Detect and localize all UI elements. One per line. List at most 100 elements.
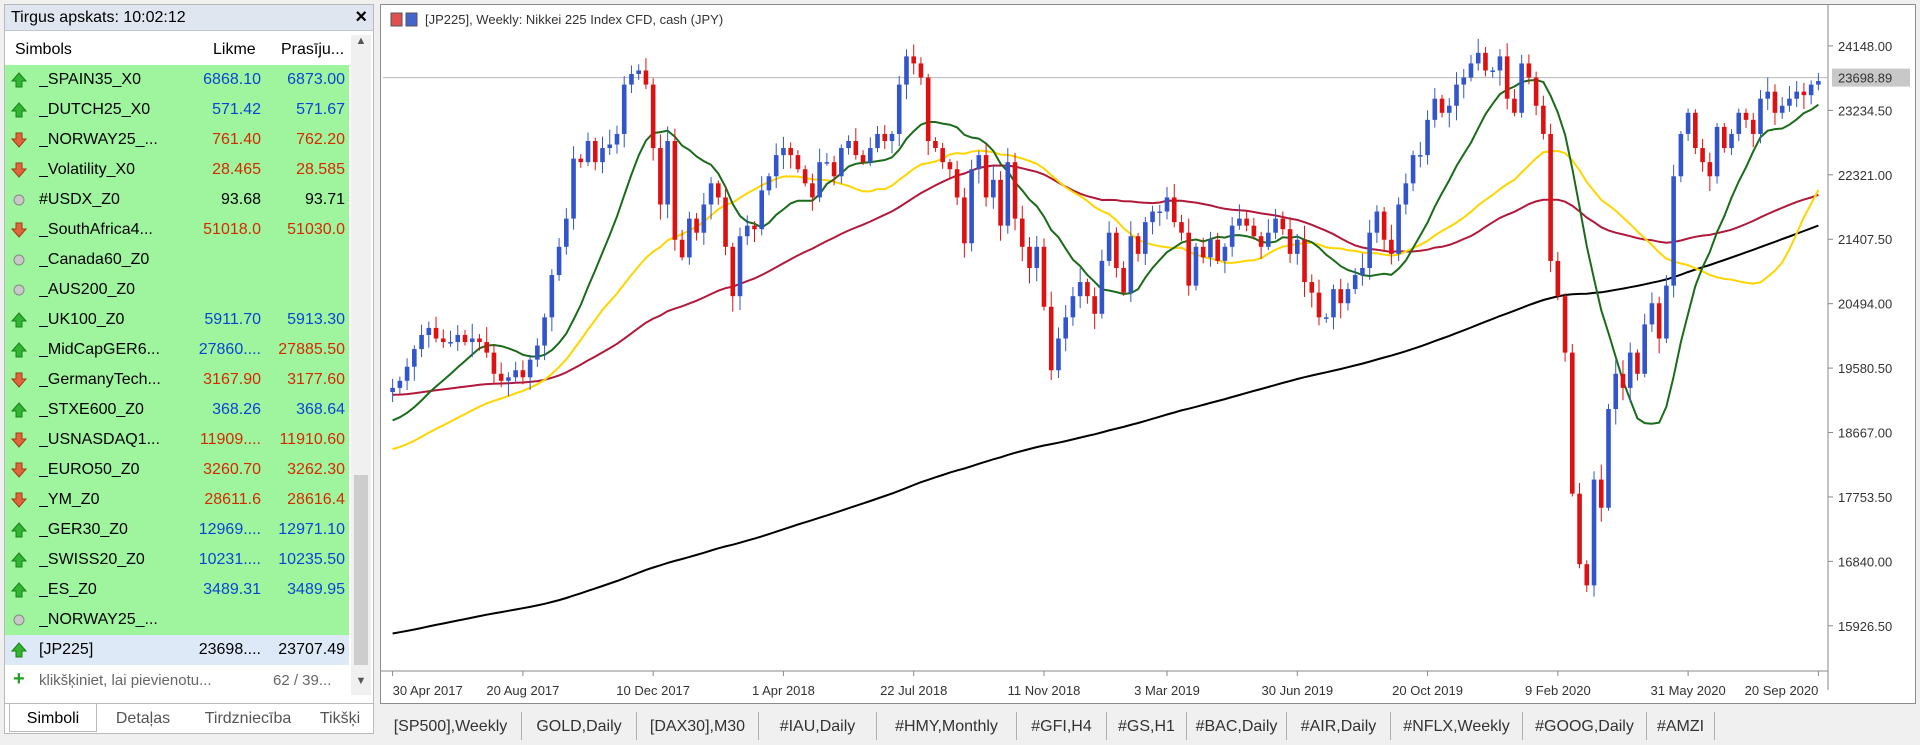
- column-header-symbol[interactable]: Simbols: [15, 41, 72, 59]
- symbol-row[interactable]: _STXE600_Z0 368.26 368.64: [5, 395, 349, 425]
- candle-body: [1352, 275, 1358, 290]
- scroll-up-icon[interactable]: ▲: [351, 35, 371, 55]
- ask-price: 6873.00: [287, 71, 345, 88]
- arrow-down-icon: [10, 462, 28, 478]
- candle-body: [1294, 239, 1300, 254]
- symbol-row[interactable]: _MidCapGER6... 27860.... 27885.50: [5, 335, 349, 365]
- chart-tab[interactable]: #IAU,Daily: [759, 712, 877, 740]
- x-tick-label: 10 Dec 2017: [616, 683, 690, 698]
- chart-tab[interactable]: #GFI,H4: [1017, 712, 1107, 740]
- candle-body: [665, 141, 670, 205]
- chart-tab[interactable]: #BAC,Daily: [1187, 712, 1287, 740]
- symbol-row[interactable]: _ES_Z0 3489.31 3489.95: [5, 575, 349, 605]
- chart-type-icon[interactable]: [390, 12, 403, 27]
- scrollbar[interactable]: ▲ ▼: [351, 35, 371, 695]
- symbol-name: _STXE600_Z0: [39, 401, 144, 418]
- symbol-row[interactable]: _NORWAY25_...: [5, 605, 349, 635]
- arrow-up-icon: [10, 522, 28, 538]
- candle-body: [1685, 112, 1691, 134]
- ask-price: 28.585: [296, 161, 345, 178]
- add-symbol-row[interactable]: + klikšķiniet, lai pievienotu... 62 / 39…: [5, 665, 349, 695]
- chart-period-icon[interactable]: [405, 12, 418, 27]
- symbol-row[interactable]: _AUS200_Z0: [5, 275, 349, 305]
- column-header-ask[interactable]: Prasīju...: [281, 41, 344, 59]
- bid-price: 28.465: [212, 161, 261, 178]
- candle-body: [1273, 218, 1278, 233]
- candle-body: [1656, 303, 1662, 339]
- candle-body: [1085, 282, 1090, 297]
- chart-tab[interactable]: #AMZI: [1647, 712, 1715, 740]
- candle-body: [1519, 63, 1524, 113]
- symbol-row[interactable]: _SouthAfrica4... 51018.0 51030.0: [5, 215, 349, 245]
- candle-body: [1309, 282, 1315, 293]
- candle-body: [1215, 239, 1220, 261]
- candle-body: [1323, 317, 1329, 319]
- chart-tab[interactable]: #GS,H1: [1107, 712, 1187, 740]
- candle-body: [1360, 267, 1365, 276]
- symbol-row[interactable]: _GermanyTech... 3167.90 3177.60: [5, 365, 349, 395]
- symbol-row[interactable]: _Canada60_Z0: [5, 245, 349, 275]
- candle-body: [925, 77, 931, 142]
- symbol-row[interactable]: _GER30_Z0 12969.... 12971.10: [5, 515, 349, 545]
- close-icon[interactable]: ×: [355, 6, 367, 29]
- candle-body: [1099, 260, 1105, 314]
- candle-body: [1758, 98, 1763, 134]
- tab-ticks[interactable]: Tikšķi: [309, 704, 371, 732]
- symbol-row[interactable]: _SWISS20_Z0 10231.... 10235.50: [5, 545, 349, 575]
- ask-price: 23707.49: [278, 641, 345, 658]
- symbol-row[interactable]: _DUTCH25_X0 571.42 571.67: [5, 95, 349, 125]
- symbol-row[interactable]: _EURO50_Z0 3260.70 3262.30: [5, 455, 349, 485]
- tab-symbols[interactable]: Simboli: [9, 704, 97, 732]
- price-chart[interactable]: 24148.00 23234.50 22321.00 21407.50 20494.00…: [381, 5, 1915, 703]
- x-tick-label: 20 Sep 2020: [1745, 683, 1819, 698]
- candle-body: [629, 74, 634, 85]
- candle-body: [1787, 98, 1792, 106]
- chart-tab[interactable]: #HMY,Monthly: [877, 712, 1017, 740]
- scroll-down-icon[interactable]: ▼: [351, 675, 371, 695]
- symbol-name: _USNASDAQ1...: [39, 431, 160, 448]
- candle-body: [846, 141, 851, 149]
- column-header-bid[interactable]: Likme: [213, 41, 256, 59]
- chart-tab[interactable]: #AIR,Daily: [1287, 712, 1391, 740]
- chart-tab[interactable]: [SP500],Weekly: [380, 712, 522, 740]
- candle-body: [592, 141, 598, 163]
- symbol-name: _Canada60_Z0: [39, 251, 150, 268]
- candle-body: [1678, 133, 1684, 177]
- symbol-name: _YM_Z0: [39, 491, 100, 508]
- chart-window[interactable]: 24148.00 23234.50 22321.00 21407.50 20494.00…: [380, 4, 1916, 704]
- bid-price: 10231....: [198, 551, 261, 568]
- symbol-row[interactable]: _USNASDAQ1... 11909.... 11910.60: [5, 425, 349, 455]
- symbol-row[interactable]: [JP225] 23698.... 23707.49: [5, 635, 349, 665]
- symbol-row[interactable]: #USDX_Z0 93.68 93.71: [5, 185, 349, 215]
- candle-body: [1316, 292, 1322, 318]
- chart-tab[interactable]: #NFLX,Weekly: [1391, 712, 1523, 740]
- candle-body: [556, 246, 562, 276]
- chart-tab[interactable]: #GOOG,Daily: [1523, 712, 1647, 740]
- symbol-row[interactable]: _YM_Z0 28611.6 28616.4: [5, 485, 349, 515]
- ma-mid-line: [392, 149, 1820, 451]
- candle-body: [1570, 352, 1575, 494]
- symbol-row[interactable]: _Volatility_X0 28.465 28.585: [5, 155, 349, 185]
- candle-body: [1179, 222, 1184, 233]
- candle-body: [1664, 285, 1669, 339]
- tab-details[interactable]: Detaļas: [101, 704, 185, 732]
- symbol-row[interactable]: _NORWAY25_... 761.40 762.20: [5, 125, 349, 155]
- candle-body: [1439, 98, 1445, 113]
- candle-body: [773, 155, 779, 177]
- candle-body: [1700, 148, 1705, 163]
- arrow-up-icon: [10, 342, 28, 358]
- x-tick-label: 20 Oct 2019: [1392, 683, 1463, 698]
- candles: [390, 38, 1821, 597]
- symbol-row[interactable]: _SPAIN35_X0 6868.10 6873.00: [5, 65, 349, 95]
- add-symbol-hint[interactable]: klikšķiniet, lai pievienotu...: [39, 672, 212, 689]
- candle-body: [867, 148, 873, 163]
- chart-tab[interactable]: [DAX30],M30: [637, 712, 759, 740]
- candle-body: [477, 338, 482, 343]
- candle-body: [448, 342, 453, 344]
- candle-body: [998, 179, 1003, 226]
- scrollbar-thumb[interactable]: [354, 475, 368, 665]
- chart-tab[interactable]: GOLD,Daily: [522, 712, 637, 740]
- y-tick-label: 19580.50: [1838, 361, 1892, 376]
- symbol-row[interactable]: _UK100_Z0 5911.70 5913.30: [5, 305, 349, 335]
- tab-trading[interactable]: Tirdzniecība: [189, 704, 307, 732]
